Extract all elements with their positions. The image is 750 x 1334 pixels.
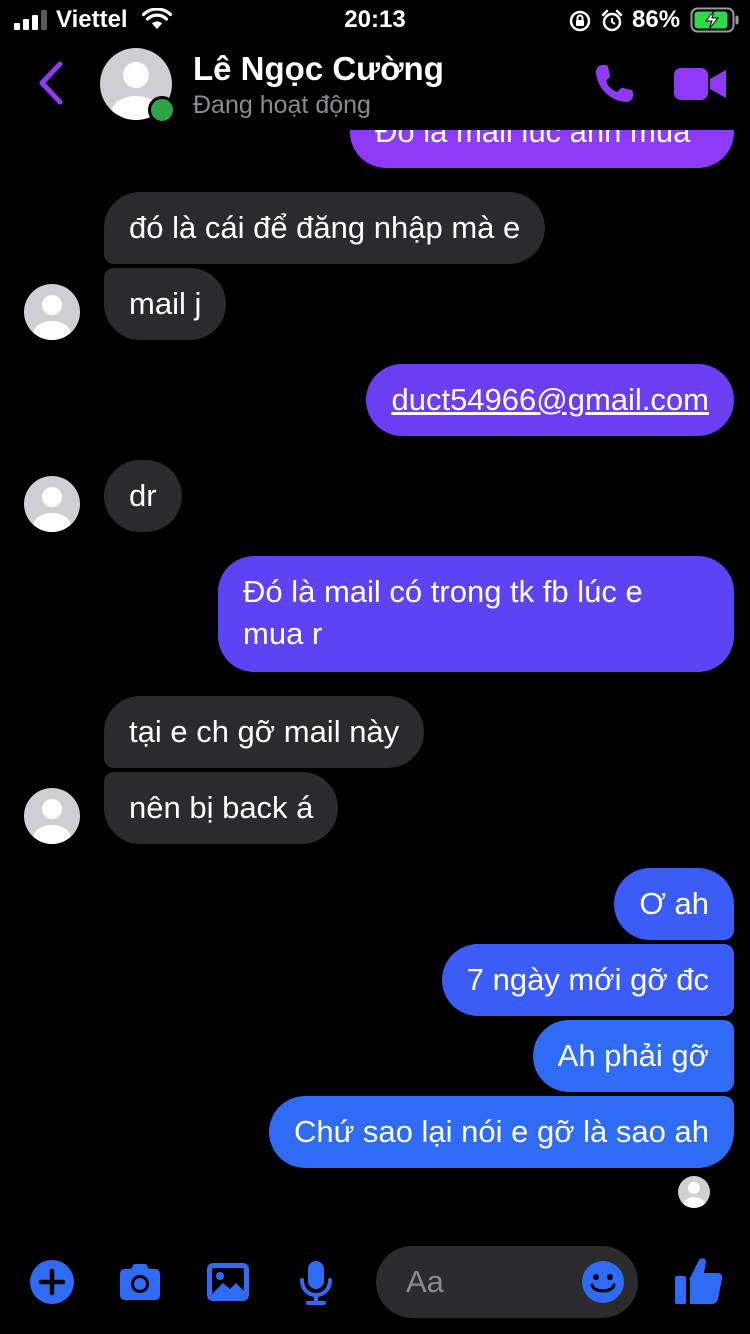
messenger-chat-screen: Đó là mail lúc anh mua đó là cái để đăng… <box>0 0 750 1334</box>
message-bubble-incoming[interactable]: mail j <box>104 268 227 340</box>
message-bubble-outgoing[interactable]: Chứ sao lại nói e gỡ là sao ah <box>268 1096 734 1168</box>
image-icon[interactable] <box>204 1258 252 1306</box>
message-text: tại e ch gỡ mail này <box>129 714 400 749</box>
sender-avatar[interactable] <box>24 476 80 532</box>
message-text: Ah phải gỡ <box>557 1038 709 1073</box>
alarm-icon <box>601 9 623 32</box>
message-input-container <box>376 1246 638 1318</box>
message-input[interactable] <box>406 1262 566 1302</box>
contact-name[interactable]: Lê Ngọc Cường <box>193 50 444 88</box>
message-text: 7 ngày mới gỡ đc <box>466 962 709 997</box>
status-bar: Viettel 20:13 86% <box>0 0 750 40</box>
message-text: mail j <box>129 286 202 321</box>
message-bubble-incoming[interactable]: nên bị back á <box>104 772 339 844</box>
message-bubble-incoming[interactable]: tại e ch gỡ mail này <box>104 696 425 768</box>
message-text: đó là cái để đăng nhập mà e <box>129 210 521 245</box>
person-icon <box>33 295 71 340</box>
battery-percent: 86% <box>632 6 681 33</box>
online-indicator <box>148 96 176 124</box>
seen-indicator-avatar <box>678 1176 710 1208</box>
message-text: Ơ ah <box>639 886 709 921</box>
message-text: nên bị back á <box>129 790 314 825</box>
message-bubble-outgoing[interactable]: duct54966@gmail.com <box>366 364 734 436</box>
thumbs-up-icon[interactable] <box>672 1254 726 1308</box>
message-bubble-incoming[interactable]: dr <box>104 460 182 532</box>
message-list[interactable]: Đó là mail lúc anh mua đó là cái để đăng… <box>0 0 750 1240</box>
person-icon <box>33 799 71 844</box>
message-bubble-outgoing[interactable]: 7 ngày mới gỡ đc <box>441 944 734 1016</box>
message-text: dr <box>129 478 157 513</box>
battery-charging-icon <box>690 7 739 33</box>
message-text: Chứ sao lại nói e gỡ là sao ah <box>293 1114 709 1149</box>
email-link[interactable]: duct54966@gmail.com <box>391 382 709 417</box>
chevron-left-icon[interactable] <box>30 58 70 108</box>
message-bubble-outgoing[interactable]: Đó là mail có trong tk fb lúc e mua r <box>218 556 734 672</box>
message-bubble-outgoing[interactable]: Ơ ah <box>614 868 734 940</box>
camera-icon[interactable] <box>116 1258 164 1306</box>
phone-icon[interactable] <box>590 60 638 108</box>
sender-avatar[interactable] <box>24 788 80 844</box>
microphone-icon[interactable] <box>292 1258 340 1306</box>
conversation-header: Lê Ngọc Cường Đang hoạt động <box>0 40 750 130</box>
person-icon <box>683 1182 705 1208</box>
message-bubble-incoming[interactable]: đó là cái để đăng nhập mà e <box>104 192 546 264</box>
smile-icon[interactable] <box>580 1259 626 1305</box>
message-bubble-outgoing[interactable]: Ah phải gỡ <box>532 1020 734 1092</box>
plus-circle-icon[interactable] <box>28 1258 76 1306</box>
orientation-lock-icon <box>569 10 591 32</box>
message-text: Đó là mail có trong tk fb lúc e mua r <box>243 574 643 651</box>
message-composer <box>0 1240 750 1334</box>
sender-avatar[interactable] <box>24 284 80 340</box>
contact-status: Đang hoạt động <box>193 91 371 119</box>
person-icon <box>33 487 71 532</box>
video-camera-icon[interactable] <box>672 64 728 104</box>
